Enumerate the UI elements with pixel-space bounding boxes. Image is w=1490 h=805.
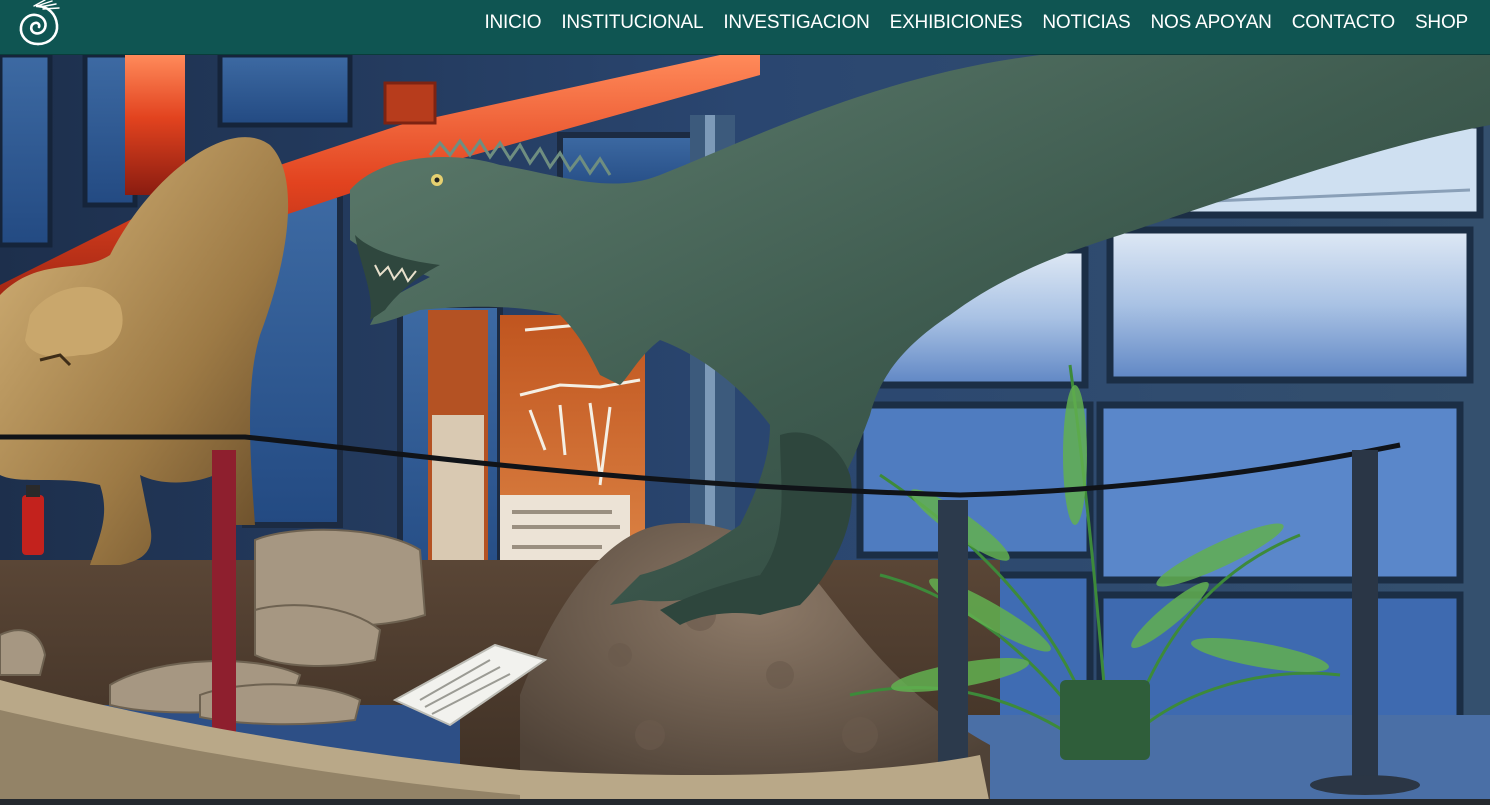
nav-link-contacto[interactable]: CONTACTO: [1292, 12, 1395, 34]
nav-link-exhibiciones[interactable]: EXHIBICIONES: [890, 12, 1023, 34]
nav-link-institucional[interactable]: INSTITUCIONAL: [561, 12, 703, 34]
nav-link-investigacion[interactable]: INVESTIGACION: [723, 12, 869, 34]
nav-link-shop[interactable]: SHOP: [1415, 12, 1468, 34]
top-navigation-bar: INICIO INSTITUCIONAL INVESTIGACION EXHIB…: [0, 0, 1490, 55]
nav-link-noticias[interactable]: NOTICIAS: [1042, 12, 1130, 34]
museum-dinosaur-exhibit-photo: [0, 55, 1490, 805]
nav-link-inicio[interactable]: INICIO: [484, 12, 541, 34]
spiral-shell-icon: [19, 0, 60, 46]
site-logo[interactable]: [12, 0, 62, 50]
hero-image: [0, 55, 1490, 805]
bottom-status-strip: [0, 799, 1490, 805]
nav-link-nos-apoyan[interactable]: NOS APOYAN: [1151, 12, 1272, 34]
main-nav: INICIO INSTITUCIONAL INVESTIGACION EXHIB…: [464, 0, 1468, 46]
